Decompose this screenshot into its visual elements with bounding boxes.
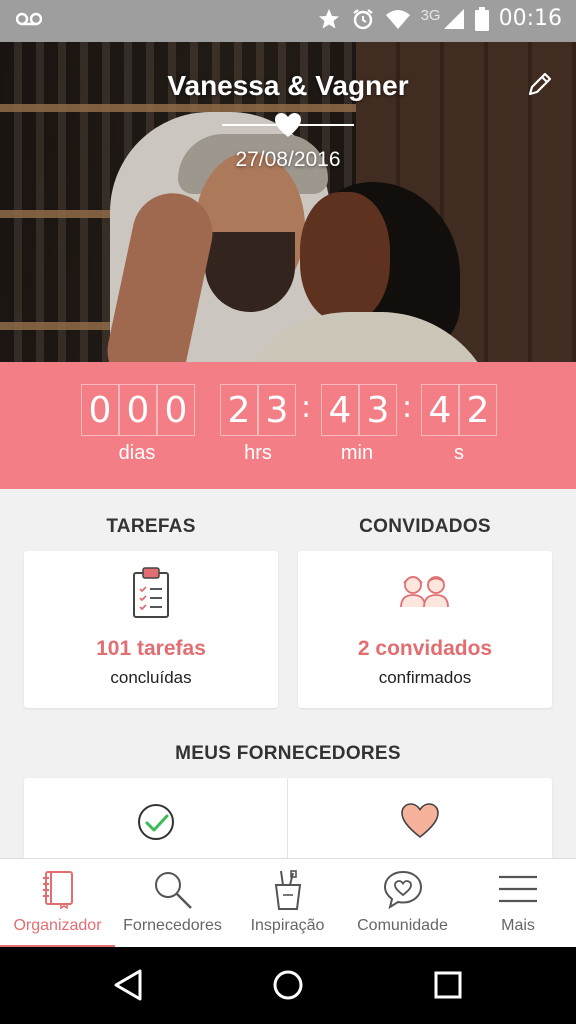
network-type: 3G <box>420 7 441 24</box>
tasks-count: 101 tarefas <box>96 637 206 660</box>
hours-digit: 3 <box>258 384 296 436</box>
tab-label: Inspiração <box>250 917 325 934</box>
time-separator: : <box>402 390 413 425</box>
tab-organizador[interactable]: Organizador <box>0 859 115 948</box>
notebook-icon <box>42 871 73 909</box>
couple-photo-header: Vanessa & Vagner 27/08/2016 <box>0 42 576 362</box>
tab-comunidade[interactable]: Comunidade <box>345 859 460 948</box>
seconds-label: s <box>454 442 464 464</box>
minutes-label: min <box>340 442 374 464</box>
vendors-title: MEUS FORNECEDORES <box>175 743 401 764</box>
signal-icon <box>443 8 464 29</box>
seconds-digit: 2 <box>459 384 497 436</box>
clock: 00:16 <box>498 6 562 31</box>
brushes-cup-icon <box>274 870 301 910</box>
system-navigation-bar <box>0 947 576 1024</box>
tab-label: Organizador <box>13 917 102 934</box>
check-circle-icon <box>137 804 174 840</box>
guests-title: CONVIDADOS <box>359 516 491 537</box>
tab-label: Comunidade <box>357 917 448 934</box>
couple-names: Vanessa & Vagner <box>167 70 409 101</box>
bottom-tab-bar: Organizador Fornecedores Inspiração Comu… <box>0 858 576 948</box>
tasks-card[interactable]: 101 tarefas concluídas <box>24 551 278 708</box>
battery-icon <box>474 6 489 31</box>
hours-digit: 2 <box>220 384 258 436</box>
guests-couple-icon <box>400 576 449 608</box>
edit-pencil-icon[interactable] <box>526 70 554 98</box>
wifi-icon <box>385 9 410 29</box>
time-separator: : <box>301 390 312 425</box>
heart-favorite-icon <box>401 803 439 839</box>
heart-icon <box>275 113 301 137</box>
hours-label: hrs <box>244 442 272 464</box>
days-digit: 0 <box>81 384 119 436</box>
tab-inspiracao[interactable]: Inspiração <box>230 859 345 948</box>
star-icon <box>318 8 339 28</box>
guests-count: 2 convidados <box>357 637 493 660</box>
tasks-caption: concluídas <box>110 668 192 687</box>
tab-fornecedores[interactable]: Fornecedores <box>115 859 230 948</box>
tasks-title: TAREFAS <box>106 516 196 537</box>
status-bar: 3G 00:16 <box>0 0 576 42</box>
guests-caption: confirmados <box>378 668 472 687</box>
guests-card[interactable]: 2 convidados confirmados <box>298 551 552 708</box>
tab-label: Mais <box>501 917 535 934</box>
minutes-digit: 3 <box>359 384 397 436</box>
alarm-icon <box>352 8 373 29</box>
wedding-countdown: 0 0 0 2 3 : 4 3 : 4 2 dias hrs min s <box>0 362 576 489</box>
days-digit: 0 <box>157 384 195 436</box>
home-icon[interactable] <box>270 967 306 1003</box>
chat-heart-icon <box>383 870 422 909</box>
days-label: dias <box>118 442 156 464</box>
tab-mais[interactable]: Mais <box>460 859 576 948</box>
days-digit: 0 <box>119 384 157 436</box>
back-icon[interactable] <box>110 967 146 1003</box>
seconds-digit: 4 <box>421 384 459 436</box>
recent-apps-icon[interactable] <box>430 967 466 1003</box>
voicemail-icon <box>16 12 42 26</box>
tab-label: Fornecedores <box>123 917 222 934</box>
minutes-digit: 4 <box>321 384 359 436</box>
menu-icon <box>499 875 537 903</box>
search-icon <box>154 872 192 909</box>
clipboard-checklist-icon <box>133 567 169 618</box>
wedding-date: 27/08/2016 <box>235 148 341 171</box>
